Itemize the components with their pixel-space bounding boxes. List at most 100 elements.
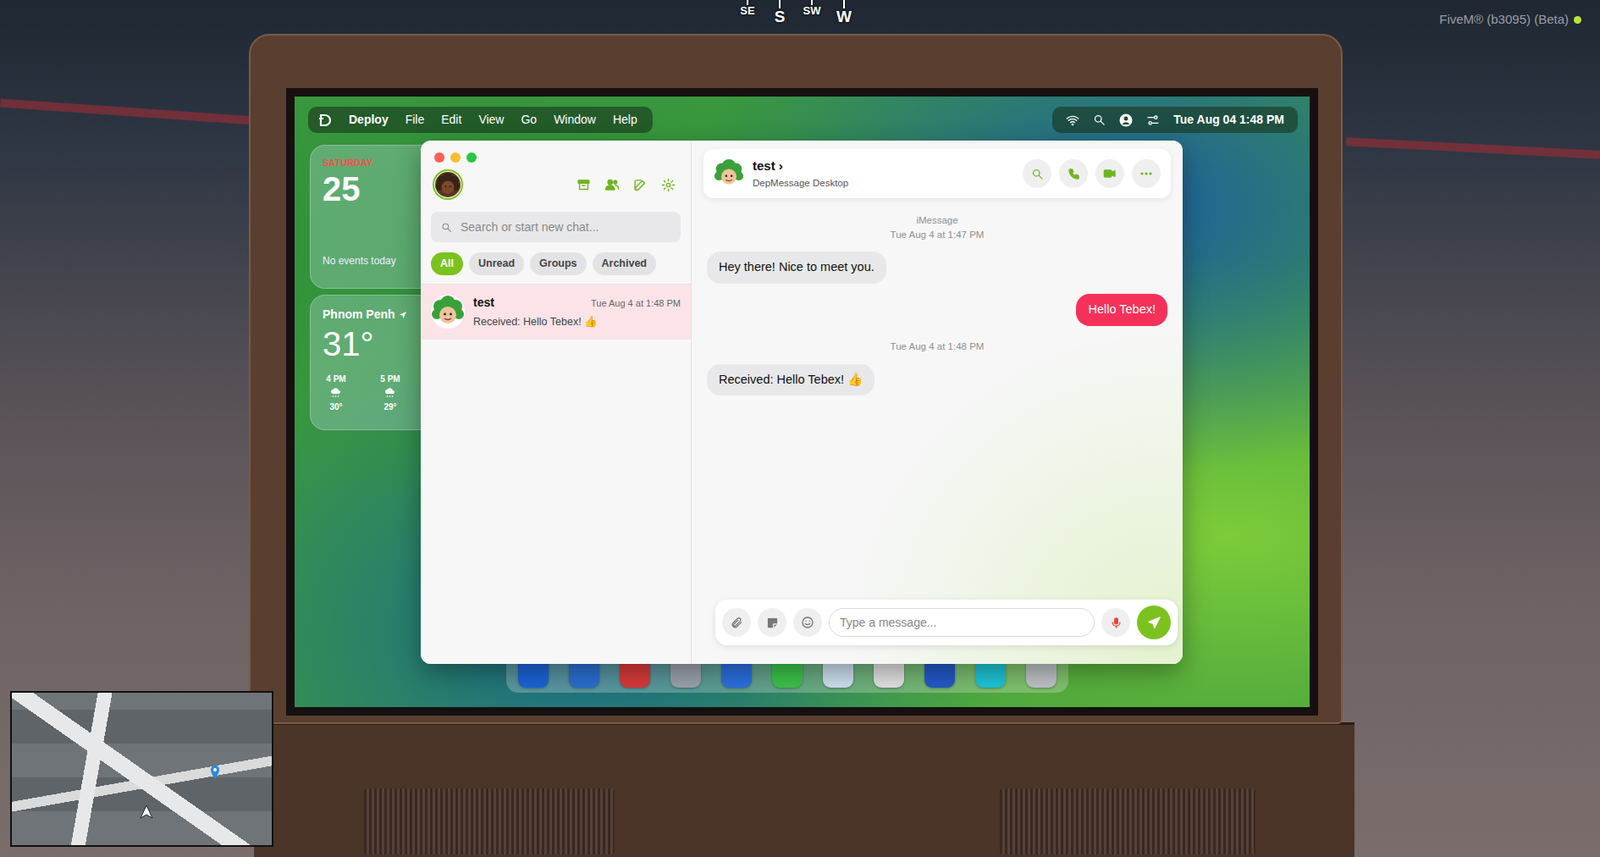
archive-icon[interactable] [576, 176, 591, 193]
wifi-icon[interactable] [1065, 113, 1080, 127]
contact-avatar[interactable] [713, 158, 745, 189]
compass-point: S [766, 0, 793, 26]
speaker-grille [999, 788, 1256, 855]
messages-window: AllUnreadGroupsArchived test Tue Aug 4 at … [420, 140, 1183, 664]
pin-icon [209, 765, 221, 779]
location-arrow-icon [398, 310, 408, 320]
zoom-button[interactable] [466, 152, 477, 163]
gear-icon[interactable] [661, 176, 676, 193]
laptop: Deploy File Edit View Go Window Help Tue Aug 04… [248, 33, 1343, 724]
weather-hour: 4 PM 30° [322, 372, 350, 414]
compose-icon[interactable] [633, 176, 648, 193]
sidebar: AllUnreadGroupsArchived test Tue Aug 4 at … [420, 140, 692, 664]
contact-name: test [752, 158, 776, 173]
calendar-events: No events today [322, 253, 433, 269]
menu-item[interactable]: Edit [441, 110, 462, 129]
menu-item[interactable]: Window [553, 110, 596, 129]
conversation: test ›DepMessage DesktopiMessageTue Aug … [691, 140, 1183, 664]
filter-tabs: AllUnreadGroupsArchived [420, 242, 691, 284]
weather-hours: 4 PM 30° 5 PM29° [322, 372, 433, 414]
control-center-icon[interactable] [1146, 113, 1160, 127]
header-actions [1022, 159, 1161, 188]
chat-time: Tue Aug 4 at 1:48 PM [590, 296, 681, 311]
timestamp-line: iMessage [706, 213, 1168, 228]
send-icon[interactable] [1136, 605, 1171, 640]
profile-row [420, 162, 691, 200]
hour-temp: 30° [329, 400, 343, 414]
status-bar: Tue Aug 04 1:48 PM [1052, 106, 1298, 133]
app-menu[interactable]: Deploy [348, 110, 389, 129]
weather-hour: 5 PM29° [376, 372, 404, 414]
contact-name-row: test › [752, 156, 849, 177]
compass: SE S SW W [734, 0, 857, 26]
phone-icon[interactable] [1059, 159, 1088, 188]
rain-icon [384, 387, 397, 398]
minimize-button[interactable] [450, 152, 461, 163]
road-stripe [1346, 137, 1600, 160]
timestamp: Tue Aug 4 at 1:48 PM [706, 339, 1168, 354]
hour-time: 4 PM [325, 372, 346, 386]
player-arrow-icon [138, 804, 155, 820]
contact-chevron: › [778, 158, 784, 173]
deploy-logo-icon[interactable] [318, 113, 332, 127]
chat-name: test [473, 293, 495, 312]
build-label: FiveM® (b3095) (Beta) [1439, 10, 1582, 30]
compass-label: W [836, 8, 852, 26]
more-icon[interactable] [1131, 159, 1161, 188]
search-input[interactable] [458, 217, 671, 238]
minimap [10, 690, 274, 847]
chat-body: test Tue Aug 4 at 1:48 PM Received: Hello … [473, 293, 681, 331]
menu-item[interactable]: Go [520, 110, 537, 129]
search-icon[interactable] [1092, 113, 1106, 127]
weather-city-name: Phnom Penh [322, 305, 396, 324]
filter-tab[interactable]: All [430, 252, 464, 276]
clock: Tue Aug 04 1:48 PM [1173, 110, 1285, 129]
window-controls [420, 140, 691, 163]
microphone-icon[interactable] [1101, 607, 1131, 637]
composer [715, 599, 1178, 646]
group-icon[interactable] [604, 176, 620, 193]
timestamp: iMessageTue Aug 4 at 1:47 PM [706, 213, 1168, 242]
chat-avatar [430, 294, 465, 329]
rain-icon [330, 387, 343, 398]
compass-label: S [774, 8, 786, 26]
desktop: Deploy File Edit View Go Window Help Tue Aug 04… [294, 96, 1310, 707]
timestamp-line: Tue Aug 4 at 1:47 PM [706, 227, 1168, 243]
filter-tab[interactable]: Unread [468, 252, 525, 276]
message-thread: iMessageTue Aug 4 at 1:47 PMHey there! N… [691, 198, 1183, 600]
search-icon [441, 221, 453, 233]
contact-subtitle: DepMessage Desktop [752, 176, 849, 191]
compass-label: SW [803, 5, 822, 17]
search-icon[interactable] [1022, 159, 1052, 188]
menu-item[interactable]: Help [612, 110, 638, 129]
emoji-icon[interactable] [793, 607, 823, 637]
weather-city: Phnom Penh [322, 305, 433, 324]
menu-item[interactable]: File [405, 110, 425, 129]
screen-bezel: Deploy File Edit View Go Window Help Tue Aug 04… [286, 88, 1319, 716]
chat-list: test Tue Aug 4 at 1:48 PM Received: Hello … [420, 283, 691, 340]
contact-info[interactable]: test ›DepMessage Desktop [752, 156, 849, 191]
close-button[interactable] [434, 152, 445, 163]
compass-label: SE [739, 5, 755, 17]
sidebar-tools [576, 176, 676, 193]
user-icon[interactable] [1119, 113, 1133, 127]
compass-point: W [831, 0, 857, 26]
road-stripe [0, 99, 280, 127]
compass-point: SW [799, 0, 825, 17]
speaker-grille [364, 788, 615, 855]
calendar-weekday: SATURDAY [322, 155, 433, 171]
video-icon[interactable] [1095, 159, 1125, 188]
filter-tab[interactable]: Groups [529, 252, 586, 276]
message-bubble: Hello Tebex! [1075, 293, 1168, 326]
sticker-icon[interactable] [757, 607, 787, 637]
menu-item[interactable]: View [478, 110, 504, 129]
search-field[interactable] [430, 211, 681, 243]
hour-temp: 29° [383, 400, 397, 414]
chat-item[interactable]: test Tue Aug 4 at 1:48 PM Received: Hello … [420, 284, 691, 340]
message-input[interactable] [828, 607, 1095, 637]
filter-tab[interactable]: Archived [592, 252, 657, 276]
calendar-day: 25 [322, 170, 433, 208]
my-avatar[interactable] [432, 169, 464, 200]
paperclip-icon[interactable] [722, 607, 751, 637]
chat-preview: Received: Hello Tebex! 👍 [473, 314, 681, 331]
